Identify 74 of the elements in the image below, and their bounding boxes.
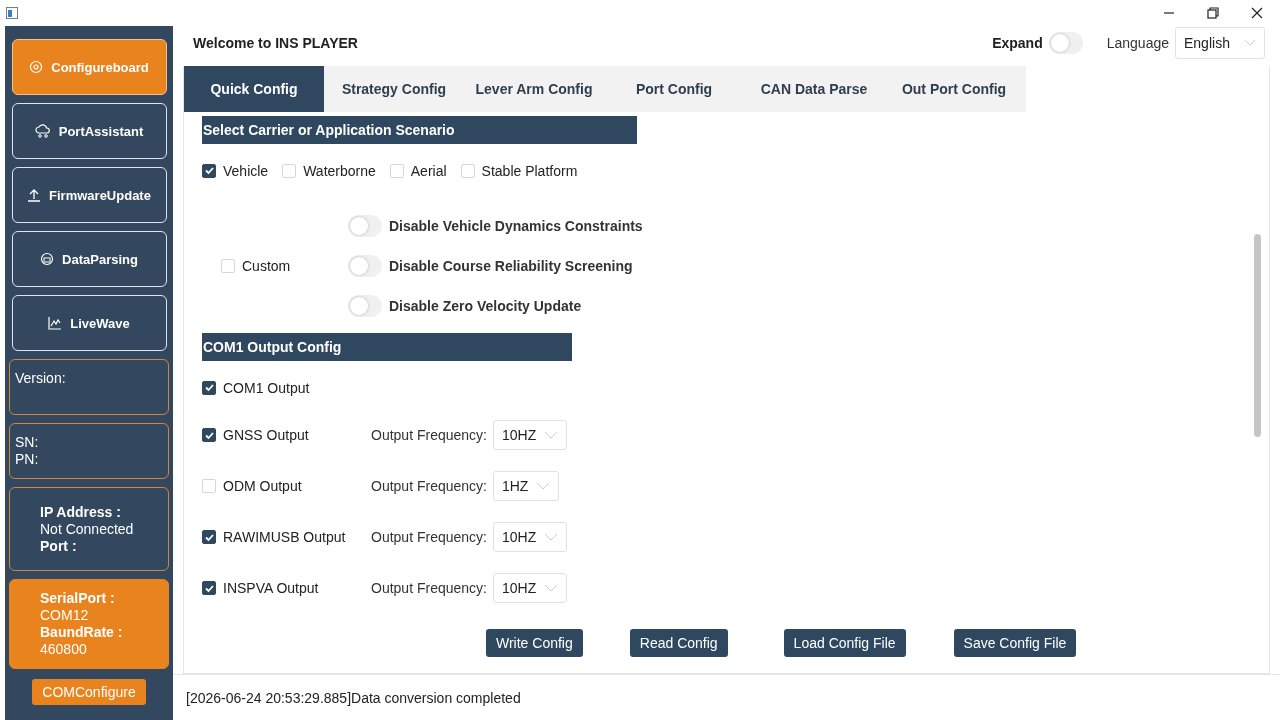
section-header: Select Carrier or Application Scenario — [202, 115, 637, 144]
nav-button[interactable]: LiveWave — [11, 295, 167, 351]
tab[interactable]: CAN Data Parse — [744, 65, 884, 112]
toggle-switch[interactable] — [348, 294, 382, 317]
tab[interactable]: Out Port Config — [884, 65, 1024, 112]
config-button[interactable]: Load Config File — [783, 628, 906, 657]
switch-label: Disable Course Reliability Screening — [389, 257, 633, 274]
chevron-icon — [536, 482, 551, 491]
frequency-label: Output Frequency: — [371, 529, 487, 546]
gear-icon — [29, 60, 44, 74]
checkbox-label: Vehicle — [223, 162, 269, 179]
toggle-switch[interactable] — [1048, 31, 1083, 54]
info-text: PN: — [15, 451, 40, 468]
status-message: [2026-06-24 20:53:29.885]Data conversion completed — [186, 689, 521, 706]
chevron-icon — [1244, 38, 1256, 47]
upload-icon — [27, 188, 42, 202]
checkbox[interactable] — [202, 530, 216, 545]
checkbox-label: Stable Platform — [481, 162, 578, 179]
language-label: Language — [1106, 34, 1169, 51]
switch-label: Disable Zero Velocity Update — [389, 297, 582, 314]
frequency-select[interactable]: 10HZ — [492, 573, 568, 604]
checkbox-label: Custom — [242, 257, 291, 274]
checkbox-label: Aerial — [410, 162, 447, 179]
frequency-label: Output Frequency: — [371, 478, 487, 495]
tab[interactable]: Strategy Config — [324, 65, 464, 112]
checkbox[interactable] — [202, 380, 216, 395]
cloud-icon — [34, 124, 51, 138]
expand-label: Expand — [992, 34, 1043, 51]
toggle-switch[interactable] — [348, 254, 382, 277]
checkbox-label: Waterborne — [303, 162, 376, 179]
frequency-label: Output Frequency: — [371, 427, 487, 444]
info-text: COM12 — [40, 607, 90, 624]
info-text: SN: — [15, 434, 40, 451]
info-text: BaundRate : — [40, 624, 124, 641]
toggle-switch[interactable] — [348, 214, 382, 237]
checkbox-label: INSPVA Output — [223, 580, 319, 597]
scrollbar-thumb[interactable] — [1254, 233, 1261, 437]
info-text: Version: — [15, 370, 67, 387]
tab[interactable]: Lever Arm Config — [464, 65, 604, 112]
info-text: Port : — [40, 537, 78, 555]
app-title: Welcome to INS PLAYER — [193, 34, 359, 51]
checkbox[interactable] — [202, 581, 216, 596]
info-text: 460800 — [40, 641, 88, 658]
config-button[interactable]: Write Config — [486, 628, 583, 657]
nav-button[interactable]: PortAssistant — [11, 103, 167, 159]
switch-label: Disable Vehicle Dynamics Constraints — [389, 217, 643, 234]
chevron-icon — [544, 431, 559, 440]
info-text: SerialPort : — [40, 590, 116, 607]
language-select[interactable]: English — [1175, 26, 1265, 59]
info-text: IP Address : — [40, 503, 122, 521]
chevron-icon — [544, 533, 559, 542]
config-button[interactable]: Save Config File — [953, 628, 1077, 657]
restore-icon[interactable] — [1204, 4, 1222, 22]
app-icon — [6, 7, 18, 19]
tab[interactable]: Quick Config — [184, 65, 324, 112]
frequency-select[interactable]: 1HZ — [492, 471, 560, 502]
info-text: Not Connected — [40, 520, 135, 538]
checkbox-label: GNSS Output — [223, 427, 309, 444]
line-chart-icon — [48, 316, 63, 330]
checkbox-label: RAWIMUSB Output — [223, 529, 346, 546]
section-header: COM1 Output Config — [202, 332, 572, 361]
tab[interactable]: Port Config — [604, 65, 744, 112]
nav-button[interactable]: FirmwareUpdate — [11, 167, 167, 223]
checkbox-label: COM1 Output — [223, 379, 310, 396]
frequency-select[interactable]: 10HZ — [492, 522, 568, 553]
checkbox[interactable] — [202, 428, 216, 443]
chevron-icon — [544, 584, 559, 593]
checkbox-label: ODM Output — [223, 478, 302, 495]
checkbox[interactable] — [202, 163, 216, 178]
circle-icon — [40, 252, 55, 266]
nav-button[interactable]: DataParsing — [11, 231, 167, 287]
frequency-select[interactable]: 10HZ — [492, 420, 568, 451]
config-button[interactable]: Read Config — [629, 628, 728, 657]
frequency-label: Output Frequency: — [371, 580, 487, 597]
